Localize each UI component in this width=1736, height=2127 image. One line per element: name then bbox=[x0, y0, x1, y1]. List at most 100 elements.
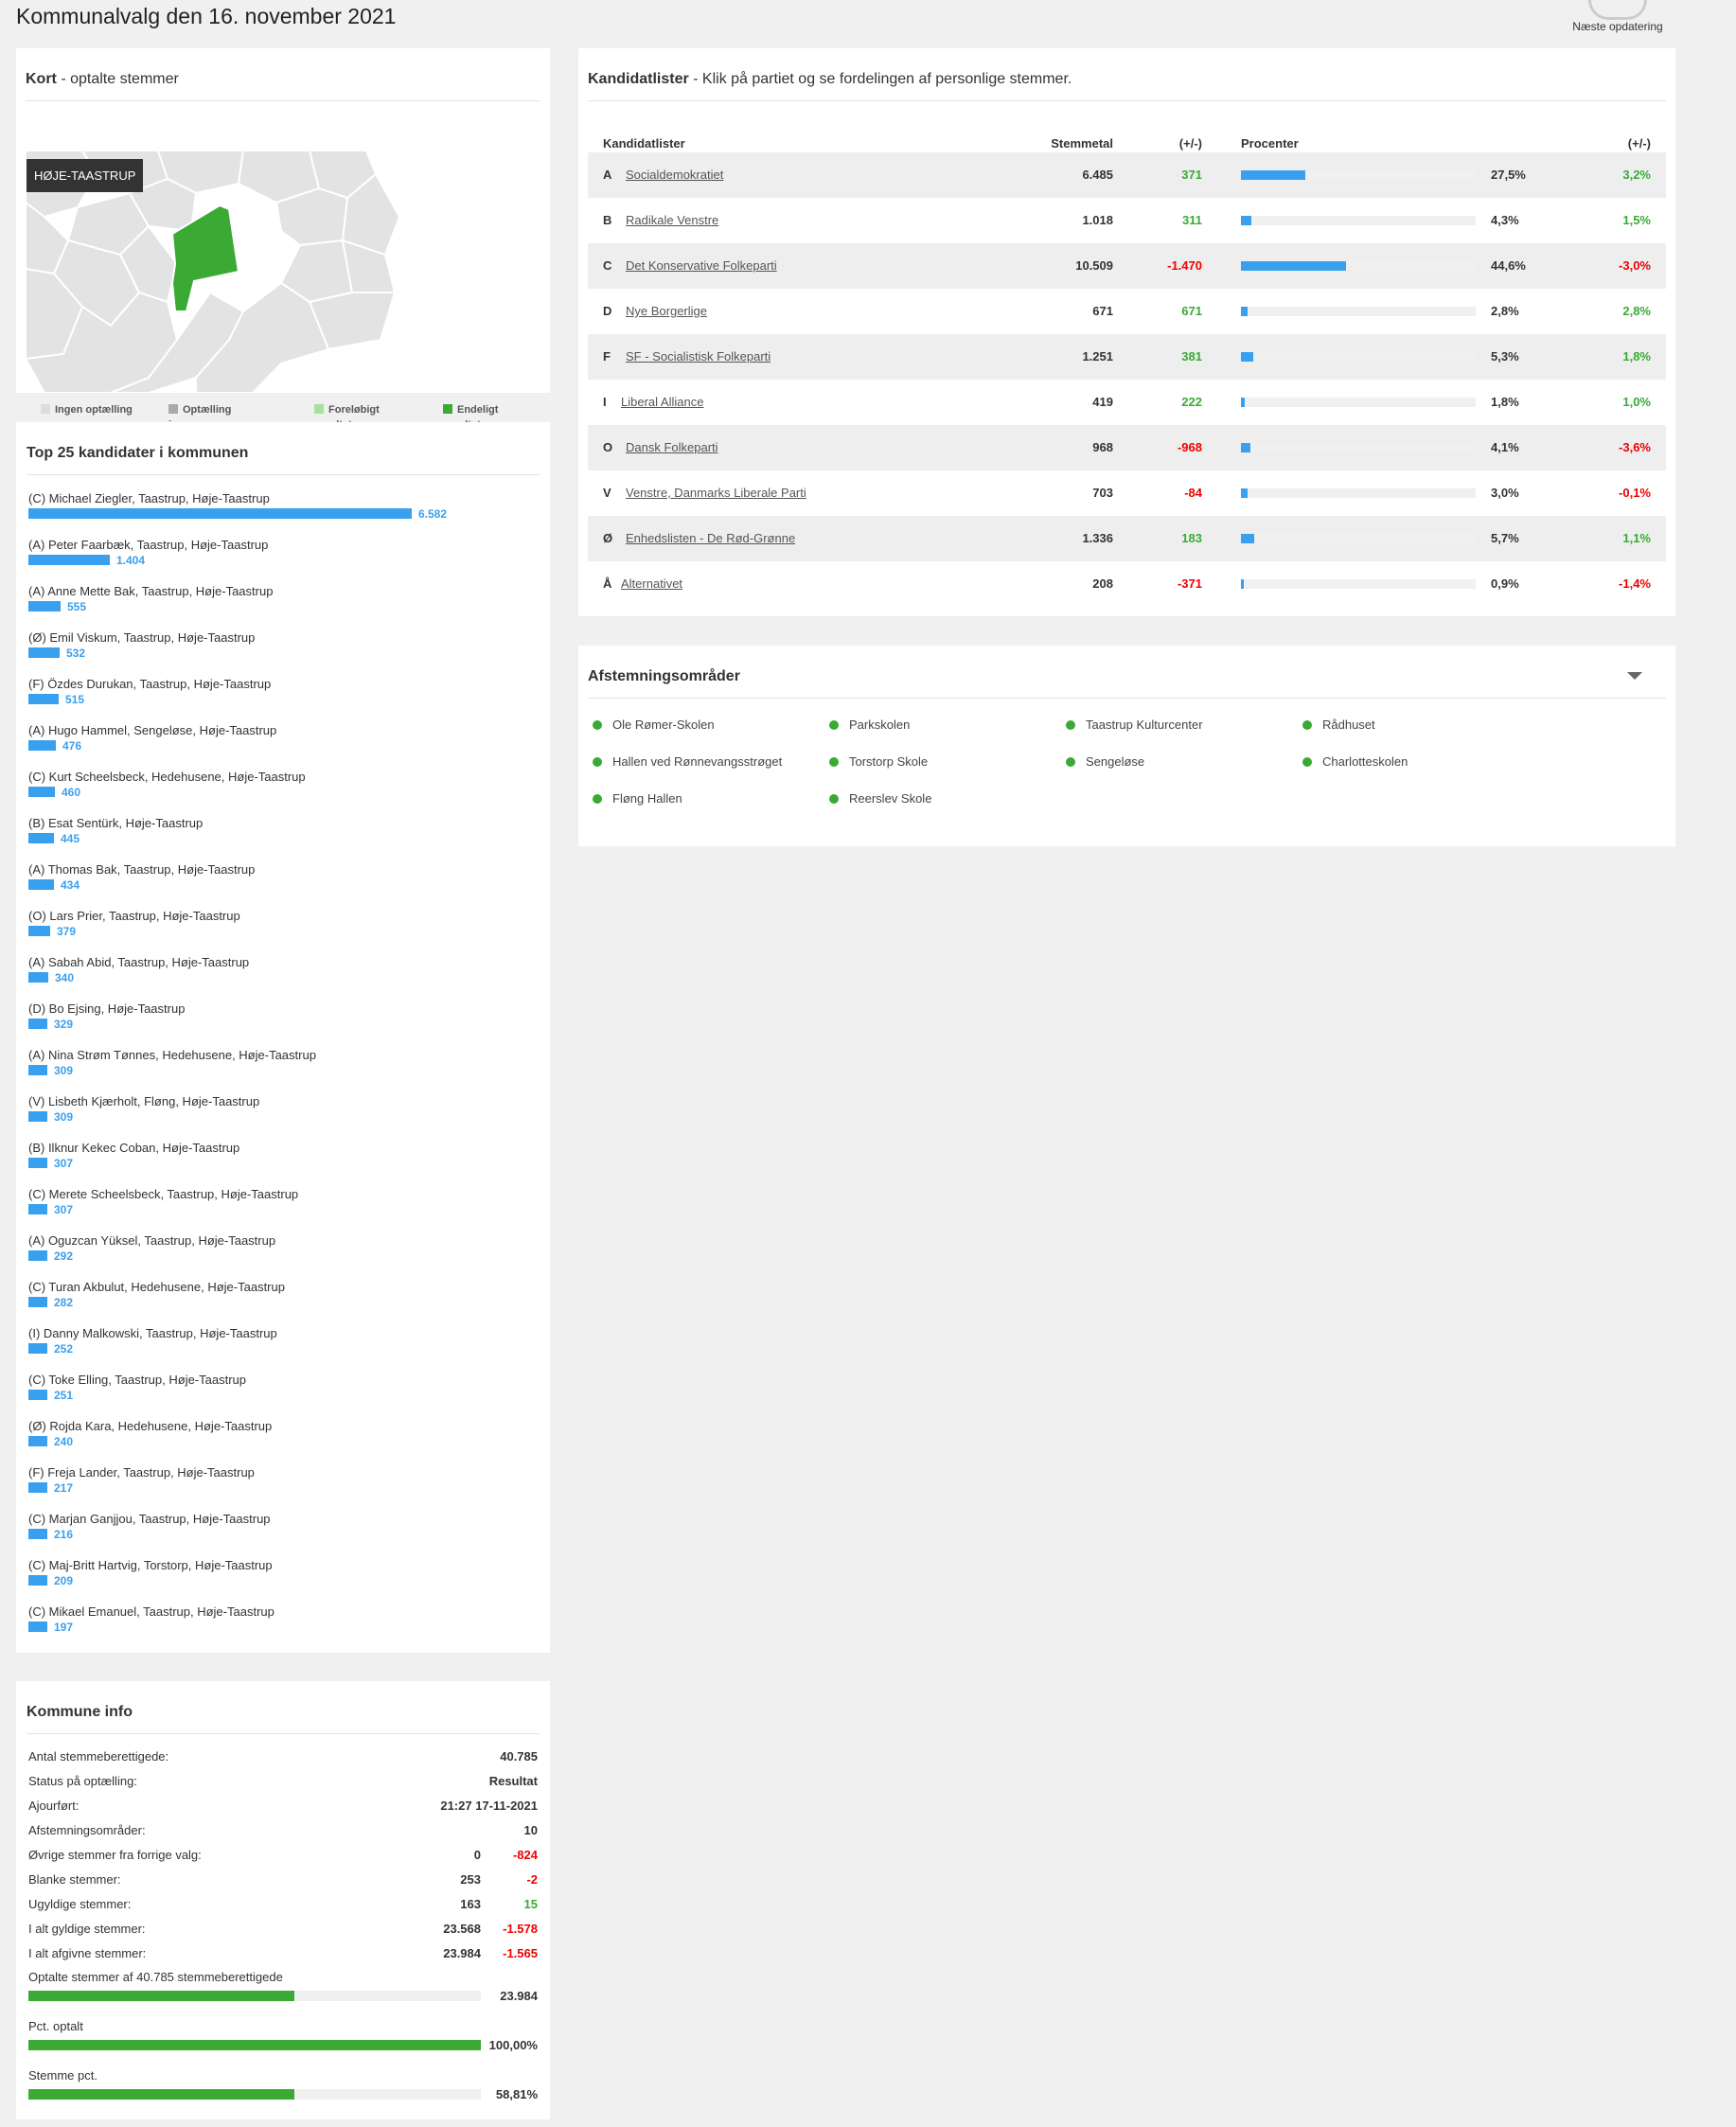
info-value: 0 bbox=[473, 1848, 481, 1862]
party-percent: 5,7% bbox=[1491, 531, 1519, 545]
party-votes: 208 bbox=[1092, 576, 1113, 591]
party-row[interactable]: B Radikale Venstre 1.018 311 4,3% 1,5% bbox=[588, 198, 1666, 243]
party-letter: O bbox=[603, 440, 613, 454]
candidate-item: (C) Maj-Britt Hartvig, Torstorp, Høje-Ta… bbox=[28, 1558, 273, 1604]
polling-area-item[interactable]: Fløng Hallen bbox=[593, 791, 682, 806]
polling-area-item[interactable]: Rådhuset bbox=[1302, 718, 1375, 732]
party-percent: 5,3% bbox=[1491, 349, 1519, 363]
party-votes-change: -371 bbox=[1177, 576, 1202, 591]
candidate-name: (C) Maj-Britt Hartvig, Torstorp, Høje-Ta… bbox=[28, 1558, 273, 1572]
candidate-bar-row: 1.404 bbox=[28, 552, 268, 568]
party-percent: 0,9% bbox=[1491, 576, 1519, 591]
candidate-item: (C) Marjan Ganjjou, Taastrup, Høje-Taast… bbox=[28, 1512, 271, 1558]
party-letter: C bbox=[603, 258, 612, 273]
party-percent-bar bbox=[1241, 488, 1249, 498]
polling-area-name: Charlotteskolen bbox=[1322, 754, 1408, 769]
party-letter: F bbox=[603, 349, 611, 363]
polling-area-name: Sengeløse bbox=[1086, 754, 1145, 769]
polling-area-item[interactable]: Hallen ved Rønnevangsstrøget bbox=[593, 754, 782, 769]
info-change: -2 bbox=[526, 1872, 538, 1887]
party-percent: 44,6% bbox=[1491, 258, 1526, 273]
polling-area-name: Rådhuset bbox=[1322, 718, 1375, 732]
party-name-link[interactable]: Socialdemokratiet bbox=[626, 168, 723, 182]
polling-area-item[interactable]: Sengeløse bbox=[1066, 754, 1144, 769]
party-name-link[interactable]: Det Konservative Folkeparti bbox=[626, 258, 777, 273]
info-row: I alt gyldige stemmer: 23.568 -1.578 bbox=[28, 1917, 538, 1941]
party-row[interactable]: V Venstre, Danmarks Liberale Parti 703 -84 3… bbox=[588, 470, 1666, 516]
party-percent-change: -1,4% bbox=[1619, 576, 1651, 591]
candidate-vote-bar bbox=[28, 601, 61, 612]
party-percent: 27,5% bbox=[1491, 168, 1526, 182]
candidate-bar-row: 240 bbox=[28, 1433, 272, 1449]
party-name-link[interactable]: SF - Socialistisk Folkeparti bbox=[626, 349, 771, 363]
polling-area-name: Torstorp Skole bbox=[849, 754, 929, 769]
legend-swatch bbox=[168, 404, 178, 414]
party-row[interactable]: C Det Konservative Folkeparti 10.509 -1.470… bbox=[588, 243, 1666, 289]
info-label: Blanke stemmer: bbox=[28, 1872, 121, 1887]
candidate-bar-row: 460 bbox=[28, 784, 306, 800]
party-name-link[interactable]: Dansk Folkeparti bbox=[626, 440, 718, 454]
party-row[interactable]: I Liberal Alliance 419 222 1,8% 1,0% bbox=[588, 380, 1666, 425]
polling-area-name: Parkskolen bbox=[849, 718, 911, 732]
info-change: -1.578 bbox=[503, 1922, 538, 1936]
candidate-votes: 340 bbox=[55, 970, 75, 984]
candidate-name: (C) Michael Ziegler, Taastrup, Høje-Taas… bbox=[28, 491, 270, 505]
candidate-name: (C) Toke Elling, Taastrup, Høje-Taastrup bbox=[28, 1373, 247, 1387]
candidate-votes: 532 bbox=[66, 646, 86, 660]
candidate-name: (A) Thomas Bak, Taastrup, Høje-Taastrup bbox=[28, 862, 256, 877]
party-name-link[interactable]: Enhedslisten - De Rød-Grønne bbox=[626, 531, 795, 545]
polling-area-item[interactable]: Reerslev Skole bbox=[829, 791, 931, 806]
progress-fill bbox=[28, 1991, 295, 2001]
party-row[interactable]: O Dansk Folkeparti 968 -968 4,1% -3,6% bbox=[588, 425, 1666, 470]
polling-area-item[interactable]: Charlotteskolen bbox=[1302, 754, 1408, 769]
party-row[interactable]: F SF - Socialistisk Folkeparti 1.251 381 5,3… bbox=[588, 334, 1666, 380]
party-name-link[interactable]: Nye Borgerlige bbox=[626, 304, 707, 318]
info-value: 253 bbox=[460, 1872, 481, 1887]
legend-swatch bbox=[314, 404, 324, 414]
progress-label: Optalte stemmer af 40.785 stemmeberettig… bbox=[28, 1970, 283, 1984]
party-votes-change: 222 bbox=[1181, 395, 1202, 409]
candidate-vote-bar bbox=[28, 740, 56, 751]
party-row[interactable]: Å Alternativet 208 -371 0,9% -1,4% bbox=[588, 561, 1666, 607]
candidate-vote-bar bbox=[28, 1482, 47, 1493]
chevron-down-icon[interactable] bbox=[1627, 672, 1642, 680]
candidate-votes: 476 bbox=[62, 738, 82, 753]
candidate-vote-bar bbox=[28, 1065, 47, 1075]
polling-area-item[interactable]: Parkskolen bbox=[829, 718, 910, 732]
progress-track bbox=[28, 2040, 481, 2050]
party-votes: 1.018 bbox=[1082, 213, 1113, 227]
party-name-link[interactable]: Venstre, Danmarks Liberale Parti bbox=[626, 486, 806, 500]
polling-area-item[interactable]: Torstorp Skole bbox=[829, 754, 928, 769]
party-row[interactable]: A Socialdemokratiet 6.485 371 27,5% 3,2% bbox=[588, 152, 1666, 198]
candidate-item: (B) Esat Sentürk, Høje-Taastrup 445 bbox=[28, 816, 203, 862]
party-name-link[interactable]: Radikale Venstre bbox=[626, 213, 718, 227]
party-row[interactable]: D Nye Borgerlige 671 671 2,8% 2,8% bbox=[588, 289, 1666, 334]
candidate-bar-row: 309 bbox=[28, 1108, 259, 1125]
candidate-name: (O) Lars Prier, Taastrup, Høje-Taastrup bbox=[28, 909, 240, 923]
header-votes: Stemmetal bbox=[1051, 136, 1113, 151]
header-percent: Procenter bbox=[1241, 136, 1299, 151]
candidate-votes: 309 bbox=[54, 1063, 74, 1077]
polling-area-item[interactable]: Taastrup Kulturcenter bbox=[1066, 718, 1203, 732]
party-name-link[interactable]: Alternativet bbox=[621, 576, 682, 591]
party-votes: 968 bbox=[1092, 440, 1113, 454]
progress-item: Pct. optalt 100,00% bbox=[28, 2019, 538, 2061]
header-percent-diff: (+/-) bbox=[1627, 136, 1651, 151]
party-row[interactable]: Ø Enhedslisten - De Rød-Grønne 1.336 183 5,7… bbox=[588, 516, 1666, 561]
polling-area-item[interactable]: Ole Rømer-Skolen bbox=[593, 718, 715, 732]
info-label: Status på optælling: bbox=[28, 1774, 137, 1788]
party-name-link[interactable]: Liberal Alliance bbox=[621, 395, 703, 409]
party-letter: B bbox=[603, 213, 612, 227]
candidate-bar-row: 340 bbox=[28, 969, 249, 985]
municipality-tag: HØJE-TAASTRUP bbox=[27, 159, 144, 192]
candidate-item: (A) Nina Strøm Tønnes, Hedehusene, Høje-… bbox=[28, 1048, 316, 1094]
candidate-item: (I) Danny Malkowski, Taastrup, Høje-Taas… bbox=[28, 1326, 277, 1373]
party-percent-track bbox=[1241, 216, 1476, 225]
party-votes-change: 311 bbox=[1182, 213, 1202, 227]
candidate-lists-title-bold: Kandidatlister bbox=[588, 71, 689, 87]
party-letter: Ø bbox=[603, 531, 613, 545]
legend-label: Ingen optælling bbox=[55, 404, 133, 416]
progress-track bbox=[28, 2089, 481, 2100]
candidate-bar-row: 6.582 bbox=[28, 505, 447, 522]
candidate-name: (D) Bo Ejsing, Høje-Taastrup bbox=[28, 1001, 186, 1016]
